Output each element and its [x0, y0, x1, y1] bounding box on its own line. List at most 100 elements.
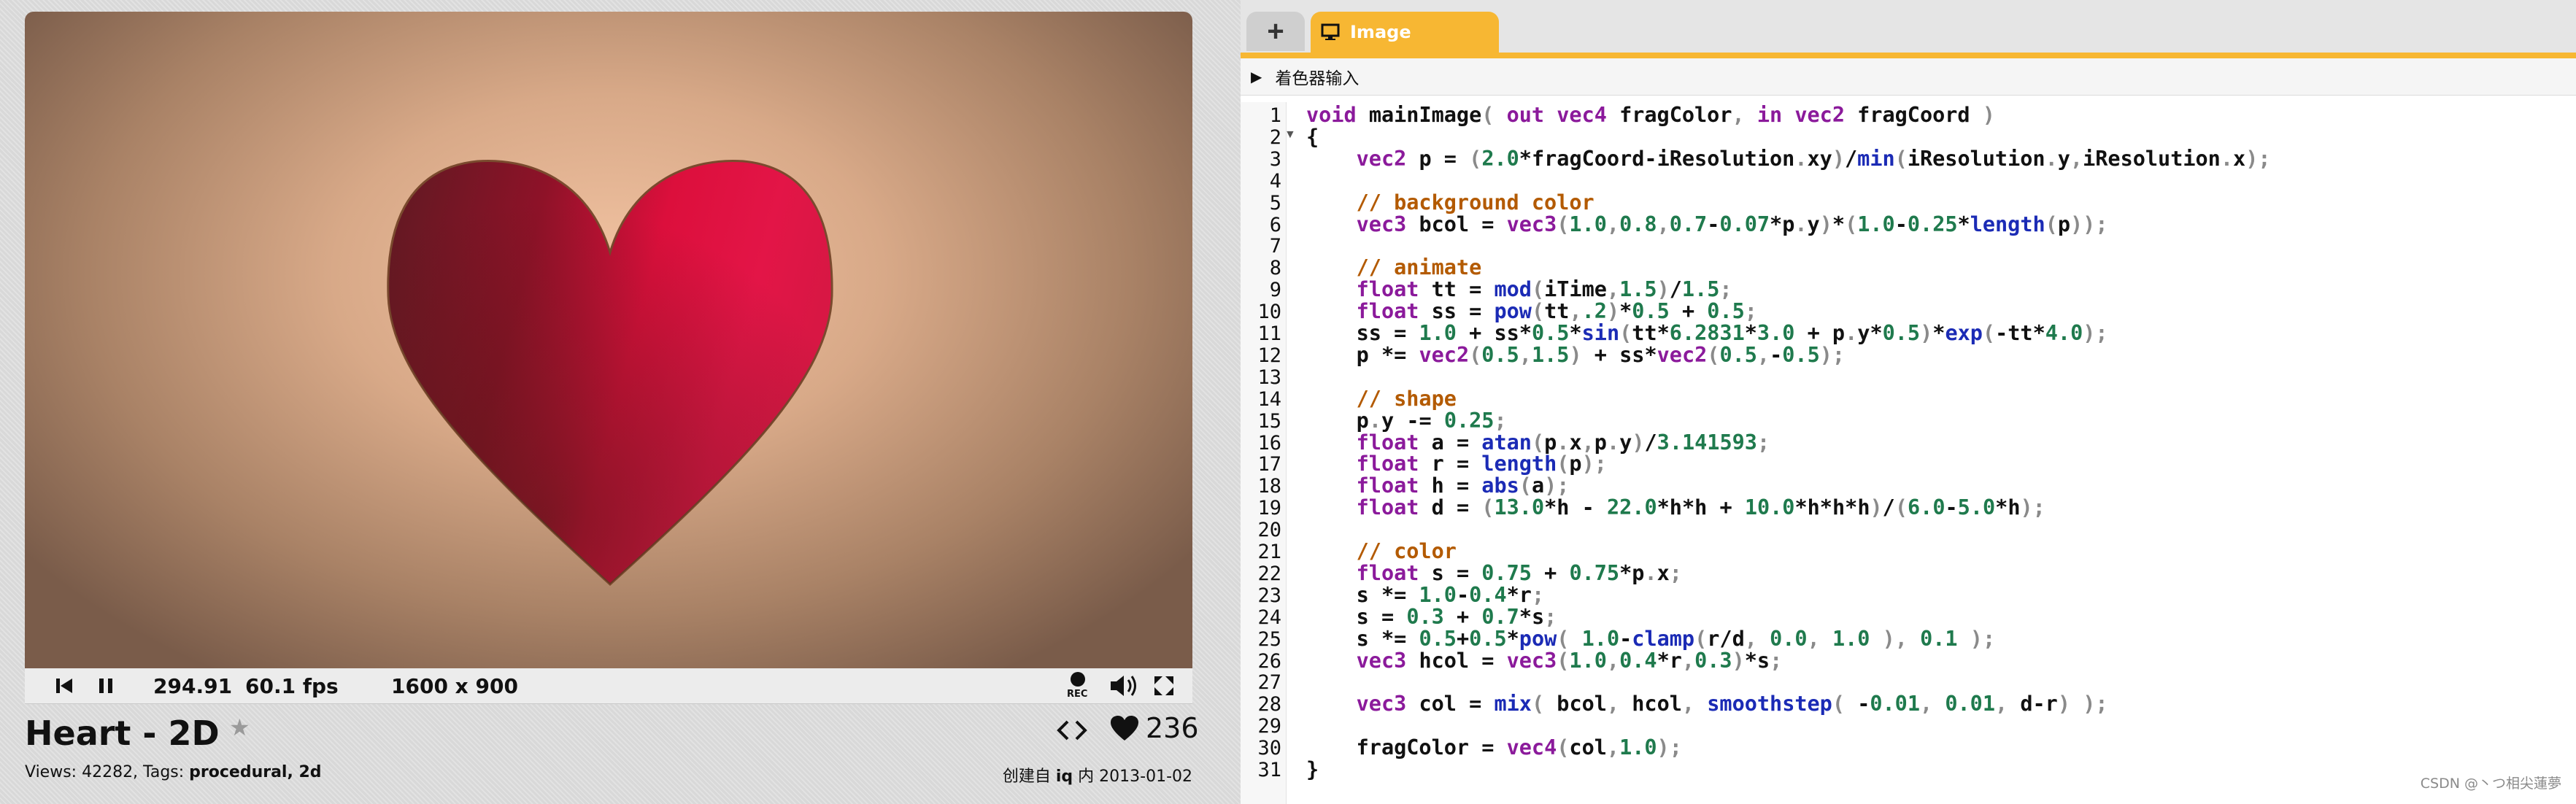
watermark: CSDN @丶つ相尖蓮夢: [2420, 776, 2561, 792]
line-number: 14: [1257, 387, 1281, 411]
heart-icon: [1111, 716, 1138, 741]
code-line: float d = (13.0*h - 22.0*h*h + 10.0*h*h*…: [1306, 497, 2045, 519]
tab-image[interactable]: Image: [1311, 12, 1499, 53]
line-number: 28: [1257, 693, 1281, 716]
line-number: 10: [1257, 301, 1281, 324]
shader-meta: Views: 42282, Tags: procedural, 2d: [25, 763, 322, 781]
heart-render: [387, 159, 833, 587]
time-readout: 294.91: [153, 673, 233, 698]
code-line: {: [1306, 126, 1319, 148]
speaker-icon: [1111, 676, 1136, 696]
code-line: float r = length(p);: [1306, 453, 1607, 475]
skip-back-icon: [56, 679, 72, 693]
shader-canvas[interactable]: [25, 12, 1192, 668]
views-text: Views: 42282, Tags:: [25, 763, 190, 781]
favorite-star-icon[interactable]: ★: [229, 714, 250, 741]
rec-label: REC: [1067, 689, 1088, 700]
line-number: 20: [1257, 519, 1281, 542]
line-number-gutter: 1 2 3 4 5 6 7 8 9 10 11 12 13 14 15 16 17 18 19 20 21 22 23 24 2…: [1241, 102, 1287, 804]
code-line: vec3 col = mix( bcol, hcol, smoothstep( …: [1306, 693, 2108, 715]
created-date: 内 2013-01-02: [1073, 768, 1192, 786]
volume-button[interactable]: [1108, 668, 1140, 703]
code-brackets-icon: [1057, 720, 1087, 741]
code-line: ss = 1.0 + ss*0.5*sin(tt*6.2831*3.0 + p.…: [1306, 322, 2108, 344]
line-number: 29: [1257, 715, 1281, 738]
shader-inputs-toggle[interactable]: ▶ 着色器输入: [1241, 58, 2576, 96]
code-line: }: [1306, 759, 1319, 781]
tab-bar: + Image: [1241, 0, 2576, 55]
record-button[interactable]: [1067, 668, 1089, 706]
code-line: s *= 0.5+0.5*pow( 1.0-clamp(r/d, 0.0, 1.…: [1306, 628, 1995, 650]
code-line: p *= vec2(0.5,1.5) + ss*vec2(0.5,-0.5);: [1306, 344, 1845, 366]
line-number: 27: [1257, 671, 1281, 695]
monitor-icon: [1321, 23, 1340, 40]
rewind-button[interactable]: [54, 668, 74, 703]
line-number: 22: [1257, 562, 1281, 585]
like-count: 236: [1146, 712, 1199, 744]
code-line: // color: [1306, 541, 1457, 563]
code-line: void mainImage( out vec4 fragColor, in v…: [1306, 104, 1995, 126]
embed-code-button[interactable]: [1055, 718, 1089, 746]
like-button[interactable]: 236: [1109, 712, 1199, 744]
code-line: fragColor = vec4(col,1.0);: [1306, 737, 1682, 759]
code-line: // shape: [1306, 388, 1457, 410]
expand-triangle-icon: ▶: [1251, 69, 1262, 85]
line-number: 19: [1257, 497, 1281, 520]
line-number: 7: [1269, 235, 1281, 258]
code-line: vec3 bcol = vec3(1.0,0.8,0.7-0.07*p.y)*(…: [1306, 214, 2108, 236]
code-line: s = 0.3 + 0.7*s;: [1306, 606, 1557, 628]
line-number: 16: [1257, 431, 1281, 455]
line-number: 25: [1257, 627, 1281, 651]
add-tab-button[interactable]: +: [1246, 12, 1305, 51]
line-number: 13: [1257, 366, 1281, 389]
tab-image-label: Image: [1350, 22, 1411, 42]
resolution-readout: 1600 x 900: [391, 673, 518, 698]
line-number: 24: [1257, 606, 1281, 629]
fps-readout: 60.1 fps: [245, 673, 339, 698]
player-controls: 294.91 60.1 fps 1600 x 900 REC: [25, 668, 1192, 704]
code-line: float tt = mod(iTime,1.5)/1.5;: [1306, 279, 1732, 301]
fold-arrow-icon[interactable]: ▼: [1284, 128, 1296, 142]
line-number: 11: [1257, 322, 1281, 345]
created-info: 创建自 iq 内 2013-01-02: [1003, 763, 1192, 786]
code-line: // animate: [1306, 257, 1481, 279]
line-number: 17: [1257, 453, 1281, 476]
line-number: 23: [1257, 584, 1281, 607]
line-number: 21: [1257, 541, 1281, 563]
code-line: // background color: [1306, 192, 1594, 214]
line-number: 6: [1269, 213, 1281, 236]
code-line: float ss = pow(tt,.2)*0.5 + 0.5;: [1306, 301, 1757, 322]
fullscreen-button[interactable]: [1153, 668, 1175, 703]
code-line: vec3 hcol = vec3(1.0,0.4*r,0.3)*s;: [1306, 650, 1782, 672]
line-number: 5: [1269, 191, 1281, 214]
code-line: s *= 1.0-0.4*r;: [1306, 584, 1544, 606]
tab-accent-bar: [1241, 53, 2576, 58]
pause-icon: [99, 679, 112, 693]
author-link[interactable]: iq: [1056, 768, 1073, 786]
code-editor-panel: + Image ▶ 着色器输入 1 2 3 4 5 6 7 8 9 10 11 12 13 14 15 16 1…: [1241, 0, 2576, 804]
line-number: 26: [1257, 649, 1281, 673]
line-number: 15: [1257, 409, 1281, 433]
code-line: p.y -= 0.25;: [1306, 410, 1507, 432]
record-icon: [1071, 672, 1085, 687]
code-line: float h = abs(a);: [1306, 475, 1569, 497]
code-line: vec2 p = (2.0*fragCoord-iResolution.xy)/…: [1306, 148, 2270, 170]
line-number: 18: [1257, 475, 1281, 498]
pause-button[interactable]: [96, 668, 115, 703]
fullscreen-icon: [1154, 676, 1173, 695]
code-line: float a = atan(p.x,p.y)/3.141593;: [1306, 432, 1770, 454]
line-number: 3: [1269, 147, 1281, 171]
line-number: 30: [1257, 737, 1281, 760]
line-number: 12: [1257, 344, 1281, 367]
tags-link[interactable]: procedural, 2d: [189, 763, 321, 781]
line-number: 8: [1269, 257, 1281, 280]
line-number: 2: [1269, 125, 1281, 149]
line-number: 1: [1269, 104, 1281, 127]
code-line: float s = 0.75 + 0.75*p.x;: [1306, 563, 1682, 584]
line-number: 4: [1269, 169, 1281, 193]
created-prefix: 创建自: [1002, 768, 1056, 786]
shader-title: Heart - 2D: [25, 714, 220, 753]
line-number: 31: [1257, 759, 1281, 781]
shader-inputs-label: 着色器输入: [1275, 69, 1360, 88]
line-number: 9: [1269, 279, 1281, 302]
